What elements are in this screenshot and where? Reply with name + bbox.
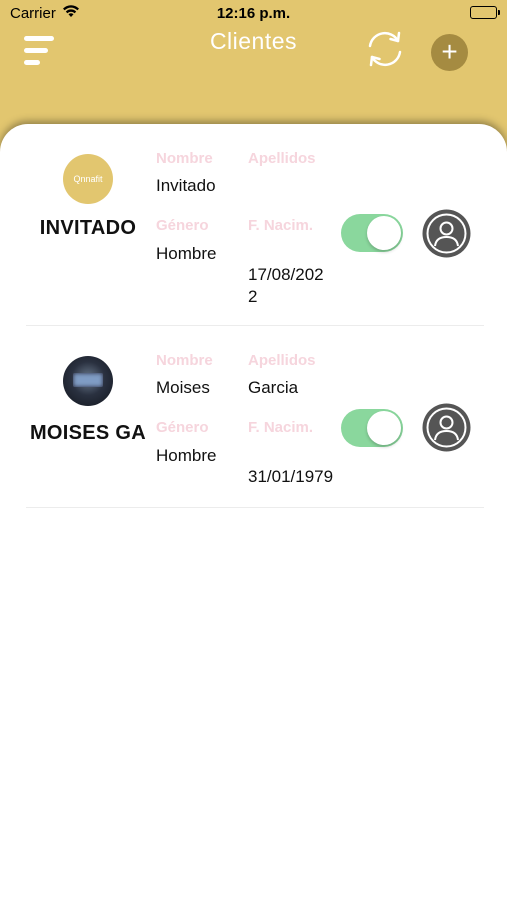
client-avatar xyxy=(63,356,113,406)
value-f-nacim: 17/08/202 2 xyxy=(248,265,324,306)
client-avatar: Qnnafit xyxy=(63,154,113,204)
client-row[interactable]: Qnnafit INVITADO Nombre Apellidos Invita… xyxy=(0,124,507,326)
value-nombre: Moises xyxy=(156,378,210,397)
label-genero: Género xyxy=(156,217,209,234)
label-nombre: Nombre xyxy=(156,352,213,369)
clients-card: Qnnafit INVITADO Nombre Apellidos Invita… xyxy=(0,124,507,900)
sync-icon xyxy=(368,31,402,67)
status-time: 12:16 p.m. xyxy=(216,5,291,22)
battery-icon xyxy=(470,6,500,19)
label-nombre: Nombre xyxy=(156,150,213,167)
active-toggle[interactable] xyxy=(341,409,403,447)
value-genero: Hombre xyxy=(156,244,217,263)
active-toggle[interactable] xyxy=(341,214,403,252)
user-profile-icon xyxy=(422,403,471,452)
label-apellidos: Apellidos xyxy=(248,352,316,369)
user-profile-button[interactable] xyxy=(422,403,471,452)
label-f-nacim: F. Nacim. xyxy=(248,419,314,436)
client-display-name: INVITADO xyxy=(39,217,137,239)
label-genero: Género xyxy=(156,419,209,436)
client-row[interactable]: MOISES GA Nombre Apellidos Moises Garcia… xyxy=(0,326,507,508)
value-nombre: Invitado xyxy=(156,176,216,195)
add-client-button[interactable]: + xyxy=(431,34,468,71)
user-profile-button[interactable] xyxy=(422,209,471,258)
value-apellidos: Garcia xyxy=(248,378,299,397)
client-display-name: MOISES GA xyxy=(29,422,147,444)
value-genero: Hombre xyxy=(156,446,217,465)
label-f-nacim: F. Nacim. xyxy=(248,217,314,234)
home-indicator[interactable] xyxy=(168,887,339,892)
status-bar: Carrier 12:16 p.m. xyxy=(0,0,507,26)
user-profile-icon xyxy=(422,209,471,258)
value-f-nacim: 31/01/1979 xyxy=(248,467,334,486)
row-divider xyxy=(26,507,484,508)
label-apellidos: Apellidos xyxy=(248,150,316,167)
sync-button[interactable] xyxy=(362,28,408,70)
